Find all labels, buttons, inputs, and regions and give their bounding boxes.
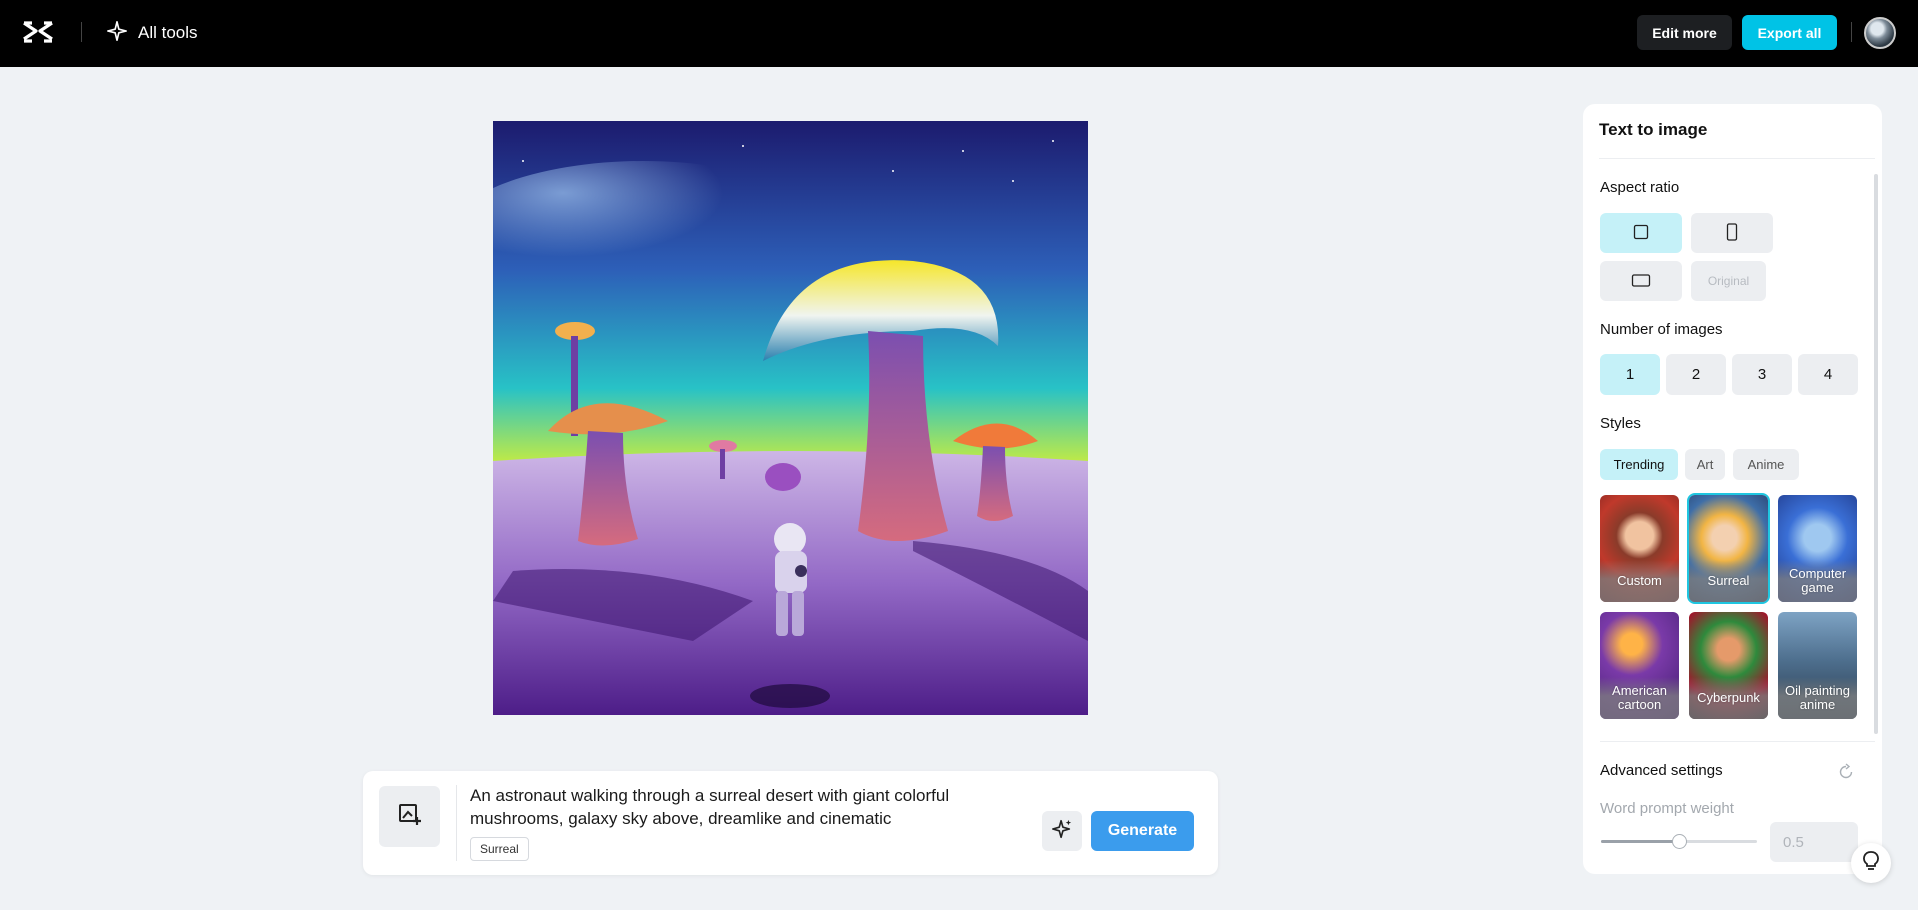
- generated-image[interactable]: [493, 121, 1088, 715]
- divider: [456, 785, 457, 861]
- style-tag[interactable]: Surreal: [470, 837, 529, 861]
- sparkle-icon: [106, 20, 128, 47]
- style-card-custom[interactable]: Custom: [1600, 495, 1679, 602]
- export-all-button[interactable]: Export all: [1742, 15, 1837, 50]
- style-card-label: Cyberpunk: [1689, 677, 1768, 719]
- sparkle-icon: [1051, 818, 1073, 845]
- landscape-ratio-icon: [1631, 273, 1651, 290]
- slider-fill: [1601, 840, 1679, 843]
- generate-button[interactable]: Generate: [1091, 811, 1194, 851]
- style-card-label: Surreal: [1689, 560, 1768, 602]
- aspect-ratio-portrait-button[interactable]: [1691, 213, 1773, 253]
- word-prompt-weight-input[interactable]: 0.5: [1770, 822, 1858, 862]
- lightbulb-icon: [1861, 850, 1881, 877]
- style-card-label: Custom: [1600, 560, 1679, 602]
- style-card-oil-painting-anime[interactable]: Oil painting anime: [1778, 612, 1857, 719]
- word-prompt-weight-label: Word prompt weight: [1600, 800, 1734, 817]
- divider: [1599, 158, 1875, 159]
- portrait-ratio-icon: [1726, 222, 1738, 244]
- edit-more-button[interactable]: Edit more: [1637, 15, 1732, 50]
- styles-label: Styles: [1600, 415, 1641, 432]
- square-ratio-icon: [1633, 224, 1649, 243]
- style-card-cyberpunk[interactable]: Cyberpunk: [1689, 612, 1768, 719]
- aspect-ratio-square-button[interactable]: [1600, 213, 1682, 253]
- all-tools-label: All tools: [138, 23, 198, 42]
- aspect-ratio-original-button[interactable]: Original: [1691, 261, 1766, 301]
- avatar[interactable]: [1864, 17, 1896, 49]
- text-to-image-panel: Text to image Aspect ratio Original Numb…: [1583, 104, 1882, 874]
- capcut-logo-icon[interactable]: [22, 19, 54, 45]
- style-card-label: Computer game: [1778, 560, 1857, 602]
- num-images-2-button[interactable]: 2: [1666, 354, 1726, 395]
- divider: [81, 22, 82, 42]
- style-card-surreal[interactable]: Surreal: [1687, 493, 1770, 604]
- advanced-settings-label: Advanced settings: [1600, 762, 1723, 779]
- panel-title: Text to image: [1599, 120, 1708, 139]
- prompt-box: An astronaut walking through a surreal d…: [363, 771, 1218, 875]
- aspect-ratio-label: Aspect ratio: [1600, 179, 1680, 196]
- all-tools-button[interactable]: All tools: [106, 19, 198, 47]
- magic-prompt-button[interactable]: [1042, 811, 1082, 851]
- num-images-1-button[interactable]: 1: [1600, 354, 1660, 395]
- tab-trending[interactable]: Trending: [1600, 449, 1678, 480]
- image-add-icon: [397, 801, 423, 832]
- tab-art[interactable]: Art: [1685, 449, 1725, 480]
- style-card-computer-game[interactable]: Computer game: [1778, 495, 1857, 602]
- add-reference-image-button[interactable]: [379, 786, 440, 847]
- tab-anime[interactable]: Anime: [1733, 449, 1799, 480]
- divider: [1851, 22, 1852, 42]
- style-card-label: Oil painting anime: [1778, 677, 1857, 719]
- num-images-4-button[interactable]: 4: [1798, 354, 1858, 395]
- num-images-3-button[interactable]: 3: [1732, 354, 1792, 395]
- word-prompt-weight-slider[interactable]: [1601, 834, 1757, 849]
- divider: [1600, 741, 1875, 742]
- prompt-input[interactable]: An astronaut walking through a surreal d…: [470, 784, 1030, 830]
- help-button[interactable]: [1851, 843, 1891, 883]
- reset-icon[interactable]: [1837, 763, 1855, 781]
- number-of-images-label: Number of images: [1600, 321, 1723, 338]
- style-card-american-cartoon[interactable]: American cartoon: [1600, 612, 1679, 719]
- scrollbar[interactable]: [1874, 174, 1878, 734]
- slider-handle[interactable]: [1672, 834, 1687, 849]
- top-bar: All tools Edit more Export all: [0, 0, 1918, 67]
- style-card-label: American cartoon: [1600, 677, 1679, 719]
- aspect-ratio-landscape-button[interactable]: [1600, 261, 1682, 301]
